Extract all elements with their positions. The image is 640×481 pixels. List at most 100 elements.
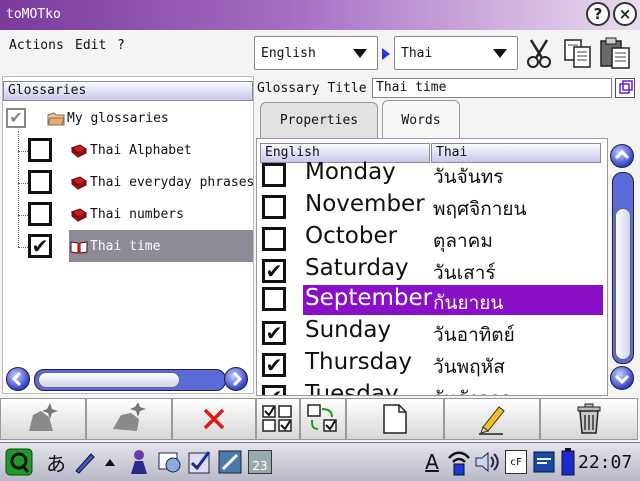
glossaries-header: Glossaries bbox=[3, 81, 253, 101]
word-english: September bbox=[305, 285, 433, 311]
word-english: Monday bbox=[305, 159, 396, 185]
source-language-select[interactable]: English bbox=[254, 36, 378, 70]
book-icon bbox=[71, 207, 87, 222]
tree-line bbox=[18, 151, 28, 152]
triangle-up-icon[interactable] bbox=[104, 449, 116, 475]
calendar-app-icon[interactable]: 23 bbox=[246, 449, 274, 475]
new-glossary-button[interactable] bbox=[0, 398, 86, 440]
word-checkbox[interactable] bbox=[262, 287, 286, 311]
pen-icon[interactable] bbox=[72, 449, 98, 475]
checklist-app-icon[interactable] bbox=[186, 449, 214, 475]
source-language-value: English bbox=[261, 45, 316, 61]
word-checkbox[interactable] bbox=[262, 227, 286, 251]
glossary-item-thai-numbers[interactable]: Thai numbers bbox=[70, 207, 184, 222]
word-thai: วันเสาร์ bbox=[433, 262, 496, 284]
scroll-right-button[interactable] bbox=[224, 367, 248, 391]
swap-check-icon bbox=[307, 404, 337, 432]
word-thai: วันพฤหัส bbox=[433, 356, 505, 378]
window-title: toMOTko bbox=[6, 7, 61, 22]
clock[interactable]: 22:07 bbox=[578, 452, 632, 473]
words-table: English Thai Monday วันจันทร November พฤ… bbox=[256, 138, 608, 396]
word-row[interactable]: ✔ Thursday วันพฤหัส bbox=[257, 349, 607, 381]
battery-icon[interactable] bbox=[560, 448, 576, 476]
new-document-button[interactable] bbox=[346, 398, 444, 440]
close-button[interactable]: × bbox=[613, 2, 637, 26]
word-thai: พฤศจิกายน bbox=[433, 198, 527, 220]
open-folder-icon bbox=[47, 111, 65, 125]
keyboard-indicator[interactable]: A bbox=[420, 449, 444, 475]
glossary-item-thai-time[interactable]: Thai time bbox=[70, 239, 160, 254]
select-all-button[interactable] bbox=[256, 398, 300, 440]
browser-app-icon[interactable] bbox=[156, 449, 184, 475]
vertical-scroll-thumb[interactable] bbox=[615, 208, 631, 360]
delete-button[interactable] bbox=[172, 398, 256, 440]
word-checkbox[interactable]: ✔ bbox=[262, 321, 286, 345]
root-checkbox[interactable]: ✔ bbox=[6, 108, 26, 128]
glossary-item-thai-alphabet[interactable]: Thai Alphabet bbox=[70, 143, 192, 158]
start-menu-icon[interactable] bbox=[4, 448, 34, 476]
vertical-scrollbar[interactable] bbox=[608, 140, 636, 396]
toggle-selection-button[interactable] bbox=[300, 398, 346, 440]
edit-button[interactable] bbox=[444, 398, 540, 440]
new-item-button[interactable] bbox=[86, 398, 172, 440]
glossary-checkbox-thai-numbers[interactable] bbox=[28, 202, 52, 226]
copy-icon[interactable] bbox=[561, 34, 595, 72]
tab-words[interactable]: Words bbox=[382, 100, 460, 140]
word-checkbox[interactable]: ✔ bbox=[262, 385, 286, 395]
draw-app-icon[interactable] bbox=[216, 449, 244, 475]
word-row[interactable]: ✔ Sunday วันอาทิตย์ bbox=[257, 317, 607, 349]
scroll-down-button[interactable] bbox=[610, 366, 634, 390]
cut-icon[interactable] bbox=[522, 34, 556, 72]
help-button[interactable]: ? bbox=[586, 2, 610, 26]
person-app-icon[interactable] bbox=[126, 449, 152, 475]
menu-bar: Actions Edit ? bbox=[0, 30, 254, 72]
open-book-icon bbox=[70, 240, 88, 254]
menu-actions[interactable]: Actions bbox=[9, 38, 64, 53]
menu-edit[interactable]: Edit bbox=[75, 38, 106, 53]
paste-icon[interactable] bbox=[598, 34, 632, 72]
tab-properties[interactable]: Properties bbox=[260, 102, 378, 138]
trash-button[interactable] bbox=[540, 398, 638, 440]
word-thai: วันอังคาร bbox=[433, 384, 511, 395]
word-row[interactable]: ✔ Tuesday วันอังคาร bbox=[257, 381, 607, 396]
calendar-day: 23 bbox=[248, 450, 272, 474]
word-english: Tuesday bbox=[305, 381, 399, 396]
word-row-selected[interactable]: September กันยายน bbox=[257, 285, 607, 317]
word-row[interactable]: November พฤศจิกายน bbox=[257, 191, 607, 223]
target-language-select[interactable]: Thai bbox=[394, 36, 518, 70]
volume-icon[interactable] bbox=[474, 449, 500, 475]
glossary-item-label: Thai time bbox=[90, 239, 161, 254]
scroll-up-button[interactable] bbox=[610, 144, 634, 168]
word-row[interactable]: Monday วันจันทร bbox=[257, 159, 607, 191]
compact-flash-icon[interactable]: cF bbox=[504, 449, 528, 475]
word-checkbox[interactable]: ✔ bbox=[262, 259, 286, 283]
taskbar: あ 23 A cF 22:07 bbox=[0, 442, 640, 481]
word-english: Thursday bbox=[305, 349, 412, 375]
glossary-checkbox-thai-everyday-phrases[interactable] bbox=[28, 170, 52, 194]
external-link-icon[interactable] bbox=[615, 78, 635, 98]
chevron-down-icon bbox=[493, 49, 507, 58]
glossary-checkbox-thai-alphabet[interactable] bbox=[28, 138, 52, 162]
tree-line bbox=[18, 183, 28, 184]
document-icon bbox=[383, 404, 407, 434]
glossary-title-input[interactable]: Thai time bbox=[372, 78, 612, 98]
glossary-item-label: Thai Alphabet bbox=[90, 143, 192, 158]
horizontal-scrollbar[interactable] bbox=[4, 366, 250, 392]
word-row[interactable]: October ตุลาคม bbox=[257, 223, 607, 255]
scroll-left-button[interactable] bbox=[6, 367, 30, 391]
menu-help[interactable]: ? bbox=[117, 38, 125, 53]
tree-line bbox=[18, 131, 19, 247]
tree-line bbox=[18, 247, 28, 248]
horizontal-scroll-thumb[interactable] bbox=[38, 372, 180, 388]
input-method-indicator[interactable]: あ bbox=[44, 449, 68, 476]
word-checkbox[interactable]: ✔ bbox=[262, 353, 286, 377]
sd-card-icon[interactable] bbox=[532, 449, 556, 475]
wireless-icon[interactable] bbox=[446, 449, 472, 476]
tree-root-my-glossaries[interactable]: My glossaries bbox=[47, 111, 169, 126]
target-language-value: Thai bbox=[401, 45, 433, 61]
word-checkbox[interactable] bbox=[262, 195, 286, 219]
word-checkbox[interactable] bbox=[262, 163, 286, 187]
glossary-checkbox-thai-time[interactable]: ✔ bbox=[28, 234, 52, 258]
word-row[interactable]: ✔ Saturday วันเสาร์ bbox=[257, 255, 607, 287]
glossary-item-thai-everyday-phrases[interactable]: Thai everyday phrases bbox=[70, 175, 253, 190]
